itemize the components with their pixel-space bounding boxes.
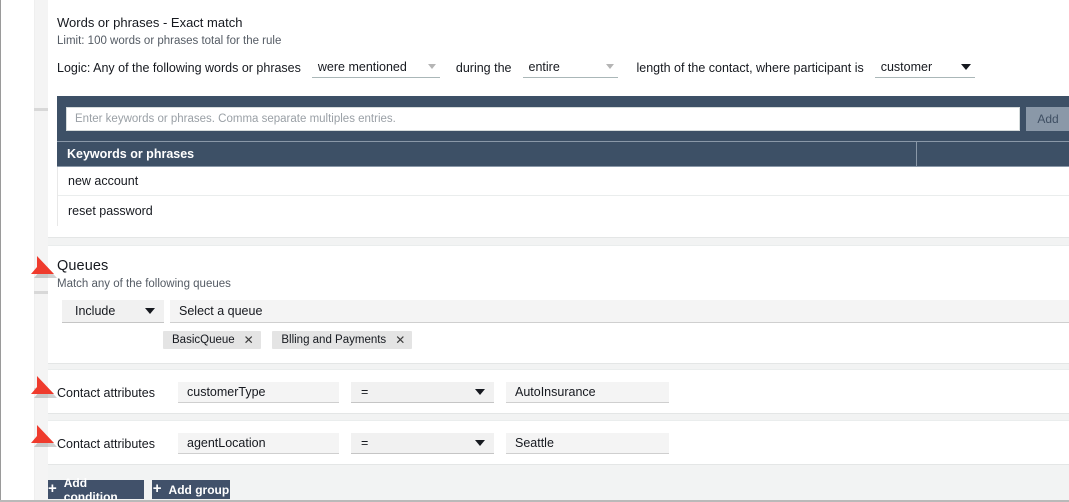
chevron-down-icon — [475, 440, 485, 446]
attribute-value-input[interactable]: AutoInsurance — [506, 382, 669, 403]
annotation-arrow-contact-attributes-1 — [8, 365, 57, 398]
queue-include-select[interactable]: Include — [62, 300, 164, 323]
queue-tag-label: Blling and Payments — [281, 334, 387, 346]
participant-value: customer — [880, 59, 933, 74]
add-group-button[interactable]: + Add group — [152, 480, 230, 499]
plus-icon: + — [48, 480, 57, 497]
logic-row: Logic: Any of the following words or phr… — [57, 59, 1059, 78]
annotation-arrow-queues — [8, 245, 57, 278]
chevron-down-icon — [475, 389, 485, 395]
queues-card: Queues Match any of the following queues… — [48, 245, 1069, 364]
gutter-tick — [34, 108, 48, 111]
queue-tag-label: BasicQueue — [172, 334, 235, 346]
queue-select-input[interactable]: Select a queue — [170, 300, 1069, 323]
queue-tag[interactable]: BasicQueue ✕ — [163, 331, 261, 349]
gutter-tick — [34, 291, 48, 294]
table-row[interactable]: reset password — [58, 196, 1069, 225]
add-group-label: Add group — [168, 482, 230, 497]
keywords-column-header: Keywords or phrases — [57, 142, 917, 166]
during-the-label: during the — [455, 61, 512, 75]
contact-attributes-label: Contact attributes — [57, 386, 155, 400]
keywords-table-body: new account reset password — [57, 167, 1069, 226]
attribute-value-input[interactable]: Seattle — [506, 433, 669, 454]
close-icon[interactable]: ✕ — [244, 334, 254, 346]
attribute-operator-select[interactable]: = — [351, 433, 494, 454]
add-condition-label: Add condition — [63, 475, 118, 502]
queue-include-value: Include — [75, 304, 116, 318]
chevron-down-icon — [605, 64, 614, 69]
duration-select[interactable]: entire — [522, 59, 618, 78]
plus-icon: + — [152, 480, 162, 497]
attribute-key-input[interactable]: agentLocation — [178, 433, 339, 454]
annotation-arrow-contact-attributes-2 — [8, 414, 57, 447]
match-type-value: were mentioned — [317, 59, 407, 74]
queue-tag[interactable]: Blling and Payments ✕ — [272, 331, 413, 349]
keyword-input[interactable]: Enter keywords or phrases. Comma separat… — [66, 107, 1020, 131]
words-section-subtitle: Limit: 100 words or phrases total for th… — [57, 35, 282, 47]
contact-attributes-card-1: Contact attributes customerType = AutoIn… — [48, 369, 1069, 414]
page-left-border — [0, 0, 1, 502]
words-section-title: Words or phrases - Exact match — [57, 15, 243, 30]
match-type-select[interactable]: were mentioned — [311, 59, 440, 78]
attribute-operator-value: = — [361, 436, 369, 450]
attribute-operator-select[interactable]: = — [351, 382, 494, 403]
attribute-operator-value: = — [361, 385, 369, 399]
queues-section-title: Queues — [57, 258, 109, 274]
queues-section-subtitle: Match any of the following queues — [57, 278, 231, 290]
keywords-actions-column-header — [917, 142, 1069, 166]
chevron-down-icon — [427, 64, 436, 69]
logic-prefix-label: Logic: Any of the following words or phr… — [57, 61, 301, 75]
selected-queues-tags: BasicQueue ✕ Blling and Payments ✕ — [163, 331, 420, 349]
close-icon[interactable]: ✕ — [395, 334, 405, 346]
duration-value: entire — [528, 59, 560, 74]
table-row[interactable]: new account — [58, 167, 1069, 196]
attribute-key-input[interactable]: customerType — [178, 382, 339, 403]
chevron-down-icon — [145, 308, 155, 314]
keywords-table-header: Keywords or phrases — [57, 141, 1069, 167]
add-condition-button[interactable]: + Add condition — [48, 476, 144, 502]
add-keyword-button[interactable]: Add — [1026, 107, 1069, 131]
rule-builder-screen: Words or phrases - Exact match Limit: 10… — [0, 0, 1069, 502]
contact-attributes-card-2: Contact attributes agentLocation = Seatt… — [48, 420, 1069, 465]
words-or-phrases-card: Words or phrases - Exact match Limit: 10… — [48, 0, 1069, 238]
keyword-entry-panel: Enter keywords or phrases. Comma separat… — [57, 96, 1069, 143]
length-of-contact-label: length of the contact, where participant… — [636, 61, 864, 75]
chevron-down-icon — [960, 63, 971, 70]
contact-attributes-label: Contact attributes — [57, 437, 155, 451]
rule-content-area: Words or phrases - Exact match Limit: 10… — [48, 0, 1069, 502]
participant-select[interactable]: customer — [874, 59, 975, 78]
